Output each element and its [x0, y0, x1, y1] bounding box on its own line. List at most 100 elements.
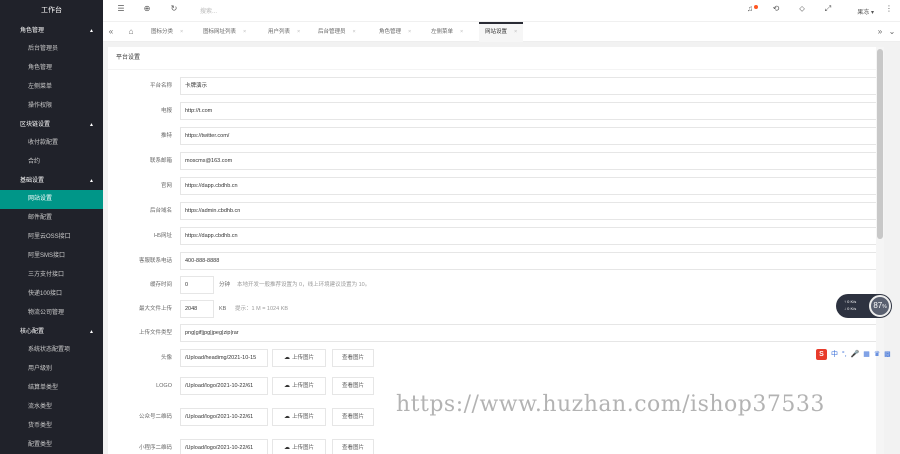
sidebar-item[interactable]: 流水类型 [0, 398, 103, 417]
view-image-button[interactable]: 查看图片 [332, 377, 374, 395]
tabs-menu-icon[interactable]: ⌄ [884, 22, 900, 42]
sidebar-item[interactable]: 货币类型 [0, 417, 103, 436]
nav-group-title[interactable]: 核心配置 ▲ [0, 323, 103, 341]
text-input[interactable]: /Upload/logo/2021-10-22/61 [180, 377, 268, 395]
theme-icon[interactable]: ⟲ [770, 4, 782, 13]
tab-item[interactable]: 角色管理 × [373, 22, 417, 42]
ime-punct-icon[interactable]: °, [842, 351, 847, 358]
form-row: 后台域名 https://admin.cbdhb.cn [108, 202, 877, 220]
scrollbar-thumb[interactable] [877, 49, 883, 239]
sidebar-item[interactable]: 配置类型 [0, 436, 103, 454]
upload-image-button[interactable]: ☁ 上传图片 [272, 349, 326, 367]
fullscreen-icon[interactable]: ⤢ [822, 4, 834, 14]
close-icon[interactable]: × [514, 29, 517, 35]
text-input[interactable]: /Upload/headimg/2021-10-15 [180, 349, 268, 367]
form-row: 联系邮箱 moscms@163.com [108, 152, 877, 170]
text-input[interactable]: http://t.com [180, 102, 877, 120]
text-input[interactable]: https://dapp.cbdhb.cn [180, 227, 877, 245]
sidebar-item[interactable]: 后台管理员 [0, 40, 103, 59]
view-image-button[interactable]: 查看图片 [332, 408, 374, 426]
sidebar-item[interactable]: 收付款配置 [0, 134, 103, 153]
sidebar-item[interactable]: 左侧菜单 [0, 78, 103, 97]
ime-keyboard-icon[interactable]: ▦ [863, 351, 870, 358]
upload-label: 上传图片 [291, 414, 314, 420]
tab-item[interactable]: 网站设置 × [479, 22, 524, 42]
text-input[interactable]: moscms@163.com [180, 152, 877, 170]
sidebar-item[interactable]: 合约 [0, 153, 103, 172]
close-icon[interactable]: × [460, 29, 463, 35]
form-label: 平台名称 [149, 83, 172, 89]
close-icon[interactable]: × [297, 29, 300, 35]
tab-item[interactable]: 左侧菜单 × [425, 22, 469, 42]
network-speed-widget[interactable]: ↑ 0 K/s ↓ 0 K/s 87% [836, 294, 892, 318]
sidebar-item[interactable]: 角色管理 [0, 59, 103, 78]
cloud-upload-icon: ☁ [283, 355, 290, 361]
text-input[interactable]: 0 [180, 276, 214, 294]
more-icon[interactable]: ⋮ [883, 4, 895, 13]
text-input[interactable]: 卡牌演示 [180, 77, 877, 95]
sidebar-item[interactable]: 操作权限 [0, 97, 103, 116]
tab-item[interactable]: 图标分类 × [145, 22, 189, 42]
ime-language[interactable]: 中 [831, 351, 838, 358]
upload-image-button[interactable]: ☁ 上传图片 [272, 439, 326, 454]
close-icon[interactable]: × [180, 29, 183, 35]
nav-group-title[interactable]: 区块链设置 ▲ [0, 116, 103, 134]
view-image-button[interactable]: 查看图片 [332, 439, 374, 454]
search-input[interactable]: 搜索... [200, 6, 217, 15]
nav-group-label: 角色管理 [20, 28, 45, 34]
nav-group-title[interactable]: 基础设置 ▲ [0, 172, 103, 190]
tabs-prev-icon[interactable]: « [103, 22, 119, 42]
sidebar-item[interactable]: 系统状态配置项 [0, 341, 103, 360]
sidebar-item[interactable]: 用户级别 [0, 360, 103, 379]
nav-group-title[interactable]: 角色管理 ▲ [0, 22, 103, 40]
close-icon[interactable]: × [243, 29, 246, 35]
menu-toggle-icon[interactable]: ☰ [115, 4, 127, 13]
view-image-button[interactable]: 查看图片 [332, 349, 374, 367]
text-input[interactable]: /Upload/logo/2021-10-22/61 [180, 408, 268, 426]
sidebar-item[interactable]: 物流公司管理 [0, 304, 103, 323]
panel-title: 平台设置 [108, 47, 884, 70]
app-logo[interactable]: 工作台 [0, 0, 103, 22]
globe-icon[interactable]: ⊕ [141, 4, 153, 13]
tab-item[interactable]: 后台管理员 × [312, 22, 362, 42]
upload-image-button[interactable]: ☁ 上传图片 [272, 377, 326, 395]
text-input[interactable]: https://admin.cbdhb.cn [180, 202, 877, 220]
tab-label: 角色管理 [379, 29, 402, 35]
text-input[interactable]: png|gif|jpg|jpeg|zip|rar [180, 324, 877, 342]
form-label: 小程序二维码 [138, 445, 172, 451]
cloud-upload-icon: ☁ [283, 445, 290, 451]
tag-icon[interactable]: ⬦ [796, 4, 808, 14]
top-header: ☰ ⊕ ↻ 搜索... ♫ ⟲ ⬦ ⤢ 果冻 ▾ ⋮ [103, 0, 900, 22]
user-menu[interactable]: 果冻 ▾ [857, 7, 874, 16]
refresh-icon[interactable]: ↻ [168, 4, 180, 13]
form-label: 最大文件上传 [138, 306, 172, 312]
tab-item[interactable]: 用户列表 × [262, 22, 306, 42]
home-tab-icon[interactable]: ⌂ [123, 22, 139, 42]
sidebar-item[interactable]: 网站设置 [0, 190, 103, 209]
sidebar-item[interactable]: 邮件配置 [0, 209, 103, 228]
ime-skin-icon[interactable]: ♛ [874, 351, 880, 358]
text-input[interactable]: 2048 [180, 300, 214, 318]
content-scrollbar[interactable] [876, 47, 884, 454]
sidebar-item[interactable]: 三方支付接口 [0, 266, 103, 285]
ime-toolbar[interactable]: S 中 °, 🎤 ▦ ♛ ▩ [816, 349, 893, 361]
close-icon[interactable]: × [353, 29, 356, 35]
text-input[interactable]: https://dapp.cbdhb.cn [180, 177, 877, 195]
ime-menu-icon[interactable]: ▩ [884, 351, 891, 358]
sidebar-item[interactable]: 阿里SMS接口 [0, 247, 103, 266]
text-input[interactable]: /Upload/logo/2021-10-22/61 [180, 439, 268, 454]
sidebar-item[interactable]: 快递100接口 [0, 285, 103, 304]
speed-percent: 87% [869, 295, 891, 317]
form-label: 公众号二维码 [138, 414, 172, 420]
ime-mic-icon[interactable]: 🎤 [851, 351, 860, 358]
text-input[interactable]: 400-888-8888 [180, 252, 877, 270]
form-row: 平台名称 卡牌演示 [108, 77, 877, 95]
text-input[interactable]: https://twitter.com/ [180, 127, 877, 145]
close-icon[interactable]: × [408, 29, 411, 35]
sidebar-item[interactable]: 阿里云OSS接口 [0, 228, 103, 247]
form-label: 联系邮箱 [149, 158, 172, 164]
upload-image-button[interactable]: ☁ 上传图片 [272, 408, 326, 426]
sidebar-item[interactable]: 结算单类型 [0, 379, 103, 398]
tab-item[interactable]: 图标网址列表 × [197, 22, 252, 42]
form-label: 官网 [160, 183, 172, 189]
